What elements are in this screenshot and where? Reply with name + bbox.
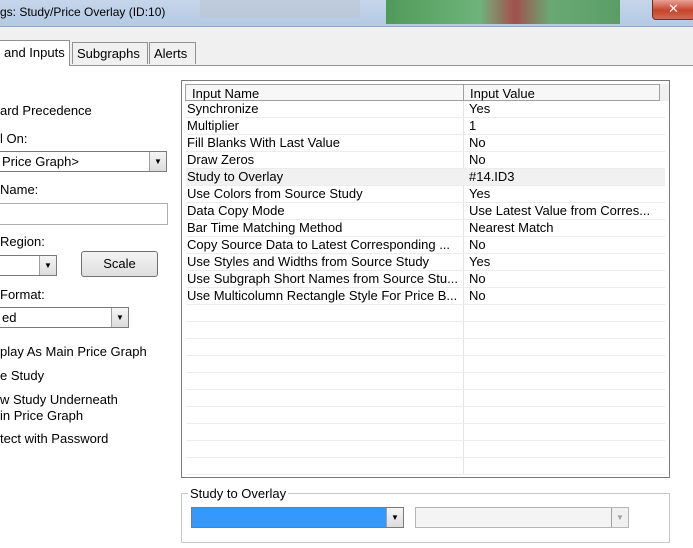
empty-table-row: [186, 424, 665, 441]
scale-button[interactable]: Scale: [81, 251, 158, 277]
value-format-value: ed: [2, 310, 17, 325]
table-row[interactable]: Study to Overlay #14.ID3: [186, 169, 665, 186]
input-name-cell: Copy Source Data to Latest Corresponding…: [187, 237, 451, 252]
inputs-grid[interactable]: Input Name Input Value Synchronize Yes Mul…: [181, 80, 670, 478]
hide-study-checkbox[interactable]: e Study: [0, 368, 44, 383]
chevron-down-icon[interactable]: ▼: [611, 508, 628, 527]
table-row[interactable]: Use Colors from Source Study Yes: [186, 186, 665, 203]
table-row[interactable]: Bar Time Matching Method Nearest Match: [186, 220, 665, 237]
based-on-label: l On:: [0, 131, 28, 146]
input-name-cell: Study to Overlay: [187, 169, 284, 184]
chevron-down-icon[interactable]: ▼: [386, 508, 403, 527]
input-name-cell: Use Colors from Source Study: [187, 186, 363, 201]
column-header-input-value[interactable]: Input Value: [463, 84, 662, 101]
input-value-cell[interactable]: No: [469, 135, 662, 151]
title-bar: gs: Study/Price Overlay (ID:10) ✕: [0, 0, 693, 27]
table-row[interactable]: Use Multicolumn Rectangle Style For Pric…: [186, 288, 665, 305]
chevron-down-icon[interactable]: ▼: [39, 256, 56, 275]
input-value-cell[interactable]: Nearest Match: [469, 220, 662, 236]
short-name-input[interactable]: [0, 203, 168, 225]
chart-thumbnail: [386, 0, 620, 24]
tab-alerts[interactable]: Alerts: [149, 42, 196, 64]
tab-subgraphs[interactable]: Subgraphs: [72, 42, 148, 64]
empty-table-row: [186, 390, 665, 407]
input-name-cell: Use Styles and Widths from Source Study: [187, 254, 430, 269]
empty-table-row: [186, 407, 665, 424]
chevron-down-icon[interactable]: ▼: [111, 308, 128, 327]
table-row[interactable]: Draw Zeros No: [186, 152, 665, 169]
chart-region-select[interactable]: ▼: [0, 255, 57, 276]
input-name-cell: Draw Zeros: [187, 152, 255, 167]
empty-table-row: [186, 305, 665, 322]
display-as-main-price-graph-checkbox[interactable]: play As Main Price Graph: [0, 344, 147, 359]
input-value-cell[interactable]: Yes: [469, 101, 662, 117]
based-on-select[interactable]: Price Graph> ▼: [0, 151, 167, 172]
input-value-cell[interactable]: No: [469, 271, 662, 287]
input-name-cell: Use Subgraph Short Names from Source Stu…: [187, 271, 458, 286]
input-value-cell[interactable]: Use Latest Value from Corres...: [469, 203, 662, 219]
chevron-down-icon[interactable]: ▼: [149, 152, 166, 171]
table-row[interactable]: Fill Blanks With Last Value No: [186, 135, 665, 152]
input-name-cell: Synchronize: [187, 101, 259, 116]
input-name-cell: Data Copy Mode: [187, 203, 285, 218]
table-row[interactable]: Synchronize Yes: [186, 101, 665, 118]
input-value-cell[interactable]: No: [469, 288, 662, 304]
empty-table-row: [186, 458, 665, 475]
input-value-cell[interactable]: No: [469, 237, 662, 253]
standard-precedence-label[interactable]: ard Precedence: [0, 103, 92, 118]
input-name-cell: Fill Blanks With Last Value: [187, 135, 340, 150]
draw-study-underneath-label-line2: in Price Graph: [0, 408, 84, 423]
based-on-value: Price Graph>: [2, 154, 79, 169]
input-value-cell[interactable]: #14.ID3: [469, 169, 662, 185]
input-name-cell: Multiplier: [187, 118, 240, 133]
draw-study-underneath-checkbox[interactable]: w Study Underneath: [0, 392, 118, 407]
empty-table-row: [186, 373, 665, 390]
input-name-cell: Bar Time Matching Method: [187, 220, 343, 235]
title-bar-background-thumbnail: [200, 0, 360, 18]
study-to-overlay-group-label: Study to Overlay: [188, 486, 289, 501]
input-value-cell[interactable]: Yes: [469, 186, 662, 202]
empty-table-row: [186, 356, 665, 373]
table-row[interactable]: Multiplier 1: [186, 118, 665, 135]
input-value-cell[interactable]: Yes: [469, 254, 662, 270]
protect-with-password-checkbox[interactable]: tect with Password: [0, 431, 108, 446]
empty-table-row: [186, 441, 665, 458]
table-row[interactable]: Data Copy Mode Use Latest Value from Corr…: [186, 203, 665, 220]
value-format-label: Format:: [0, 287, 45, 302]
table-row[interactable]: Copy Source Data to Latest Corresponding…: [186, 237, 665, 254]
input-value-cell[interactable]: No: [469, 152, 662, 168]
close-button[interactable]: ✕: [652, 0, 693, 20]
window-title: gs: Study/Price Overlay (ID:10): [0, 5, 166, 19]
empty-table-row: [186, 322, 665, 339]
table-row[interactable]: Use Subgraph Short Names from Source Stu…: [186, 271, 665, 288]
study-to-overlay-select[interactable]: ▼: [191, 507, 404, 528]
empty-table-row: [186, 339, 665, 356]
column-header-input-name[interactable]: Input Name: [185, 84, 464, 101]
input-value-cell[interactable]: 1: [469, 118, 662, 134]
study-subgraph-select[interactable]: ▼: [415, 507, 629, 528]
input-name-cell: Use Multicolumn Rectangle Style For Pric…: [187, 288, 458, 303]
chart-region-label: Region:: [0, 234, 45, 249]
grid-scrollbar[interactable]: [659, 84, 669, 101]
tab-settings-and-inputs[interactable]: and Inputs: [0, 40, 70, 66]
short-name-label: Name:: [0, 182, 39, 197]
value-format-select[interactable]: ed ▼: [0, 307, 129, 328]
table-row[interactable]: Use Styles and Widths from Source Study Y…: [186, 254, 665, 271]
